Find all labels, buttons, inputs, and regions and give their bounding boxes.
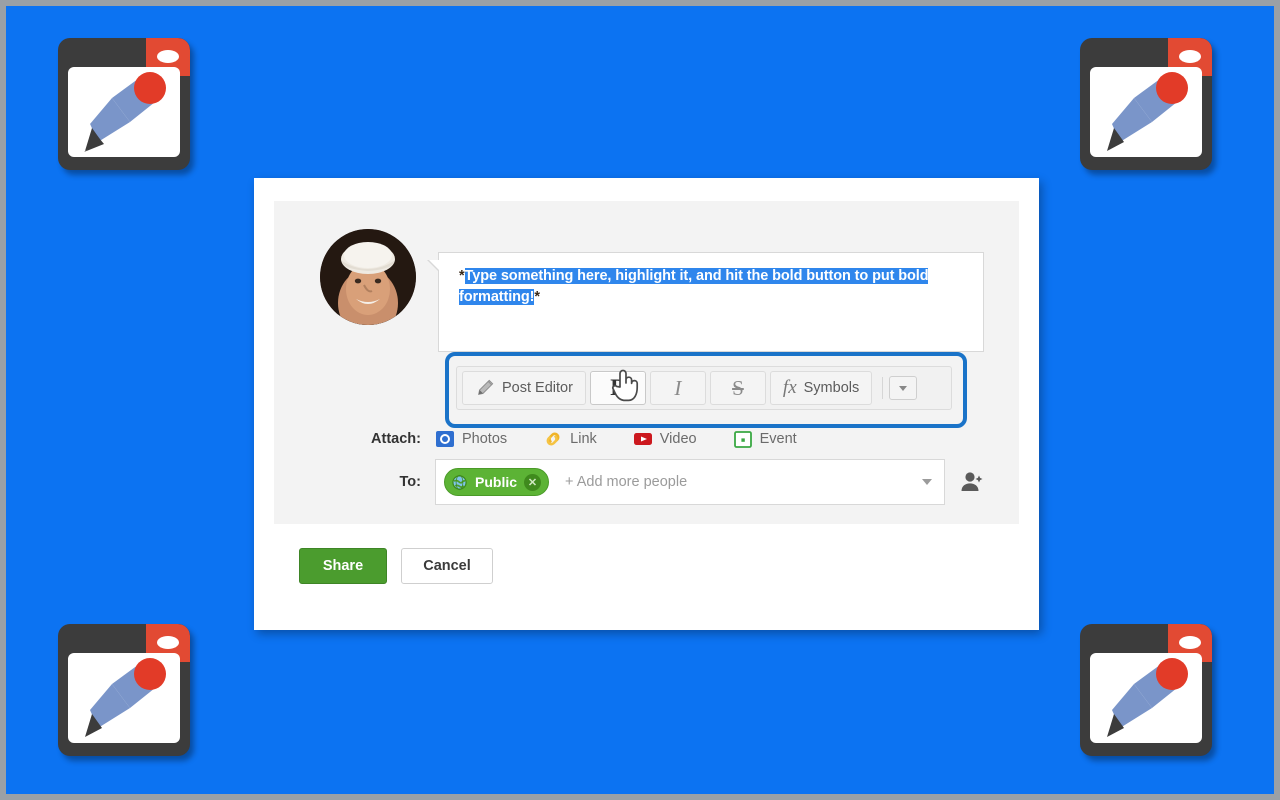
format-toolbar-region: Post Editor B I S fx Symbols [445,352,967,428]
pencil-icon [85,658,166,737]
audience-chip-public[interactable]: Public ✕ [444,468,550,496]
post-editor-app-icon [1080,624,1212,756]
compose-panel: *Type something here, highlight it, and … [274,201,1019,524]
attach-event-label: Event [759,431,797,447]
audience-row: To: Public ✕ + Add more people [274,459,1019,505]
photos-icon [436,431,454,447]
event-icon [733,431,752,448]
share-post-dialog: *Type something here, highlight it, and … [254,178,1039,630]
attach-video-button[interactable]: Video [633,429,697,449]
italic-glyph: I [674,375,682,400]
post-editor-button[interactable]: Post Editor [462,371,586,405]
attach-photos-button[interactable]: Photos [435,429,507,449]
strikethrough-button[interactable]: S [709,371,766,405]
post-editor-app-icon [58,624,190,756]
globe-icon [452,474,467,490]
symbols-button[interactable]: fx Symbols [769,371,873,405]
attach-event-button[interactable]: Event [733,429,797,449]
toolbar-overflow-button[interactable] [889,376,918,400]
leading-asterisk: * [459,268,465,284]
symbols-label: Symbols [803,380,860,396]
link-icon [546,432,560,446]
format-toolbar: Post Editor B I S fx Symbols [456,366,952,410]
post-editor-app-icon [1080,38,1212,170]
pencil-icon [1107,72,1188,151]
audience-placeholder: + Add more people [565,474,688,490]
cancel-button[interactable]: Cancel [401,548,493,584]
video-icon [633,433,652,445]
attach-label: Attach: [371,431,421,447]
pencil-icon [84,72,166,152]
compose-textarea[interactable]: *Type something here, highlight it, and … [427,252,984,352]
chevron-down-icon[interactable] [922,479,932,485]
pencil-icon [478,379,494,395]
audience-label: To: [399,474,421,490]
attach-video-label: Video [659,431,697,447]
chevron-down-icon [899,385,908,391]
trailing-asterisk: * [534,289,540,305]
italic-button[interactable]: I [649,371,706,405]
mouse-cursor [611,369,639,402]
selected-text: Type something here, highlight it, and h… [459,268,929,305]
attach-link-button[interactable]: Link [543,429,597,449]
strikethrough-glyph: S [732,375,744,400]
audience-input[interactable]: Public ✕ + Add more people [435,459,945,505]
function-icon: fx [782,377,797,398]
attach-photos-label: Photos [462,431,508,447]
toolbar-divider [882,377,884,399]
attach-row: Attach: Photos Link Video Event [274,424,1019,454]
attach-link-label: Link [570,431,597,447]
screen: *Type something here, highlight it, and … [0,0,1280,800]
avatar [320,229,416,325]
compose-text[interactable]: *Type something here, highlight it, and … [459,266,971,308]
add-person-icon[interactable] [959,469,985,495]
share-button[interactable]: Share [299,548,387,584]
audience-chip-label: Public [475,474,518,490]
post-editor-label: Post Editor [502,380,573,396]
post-editor-app-icon [58,38,190,170]
pencil-icon [1107,658,1188,737]
dialog-footer: Share Cancel [274,524,1019,608]
chip-close-icon[interactable]: ✕ [524,473,542,491]
bubble-notch-fill [429,260,439,270]
